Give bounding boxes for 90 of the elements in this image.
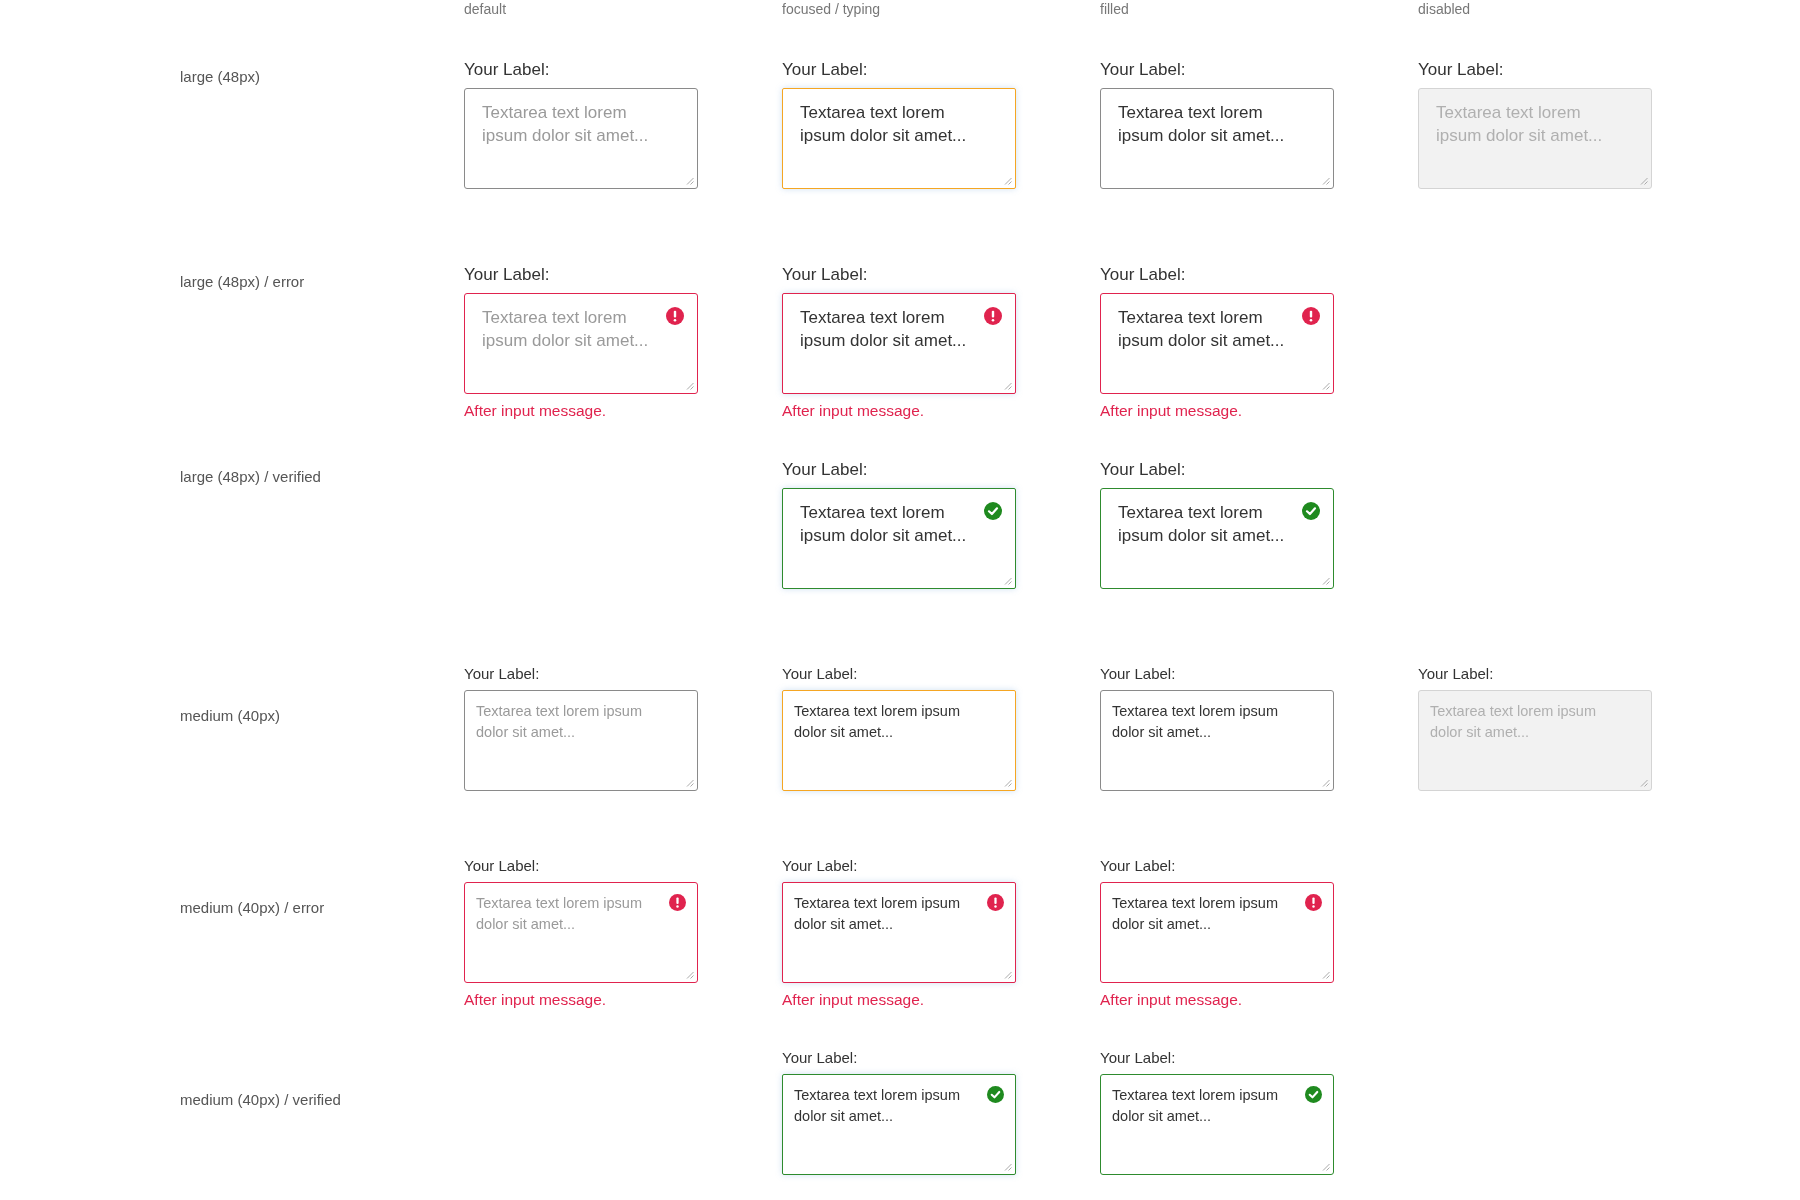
- resize-grip-icon[interactable]: [1322, 1163, 1330, 1171]
- textarea-text: Textarea text lorem ipsum dolor sit amet...: [1112, 703, 1278, 740]
- field-label: Your Label:: [464, 265, 550, 285]
- textarea-field[interactable]: Textarea text lorem ipsum dolor sit amet...: [782, 488, 1016, 589]
- error-message: After input message.: [782, 402, 925, 420]
- textarea-text: Textarea text lorem ipsum dolor sit amet...: [1112, 895, 1278, 932]
- resize-grip-icon[interactable]: [686, 177, 694, 185]
- textarea-field[interactable]: Textarea text lorem ipsum dolor sit amet...: [782, 88, 1016, 189]
- textarea-text: Textarea text lorem ipsum dolor sit amet...: [1118, 103, 1285, 145]
- textarea-field[interactable]: Textarea text lorem ipsum dolor sit amet...: [782, 1074, 1016, 1175]
- error-icon: [669, 894, 686, 911]
- field-label: Your Label:: [1100, 265, 1186, 285]
- error-icon: [987, 894, 1004, 911]
- resize-grip-icon[interactable]: [1322, 577, 1330, 585]
- textarea-text: Textarea text lorem ipsum dolor sit amet...: [800, 503, 967, 545]
- textarea-text: Textarea text lorem ipsum dolor sit amet...: [794, 703, 960, 740]
- field-label: Your Label:: [464, 857, 540, 874]
- error-message: After input message.: [1100, 991, 1243, 1009]
- field-label: Your Label:: [782, 1049, 858, 1066]
- row-label: large (48px): [180, 68, 261, 85]
- field-label: Your Label:: [782, 857, 858, 874]
- field-label: Your Label:: [464, 60, 550, 80]
- textarea-text: Textarea text lorem ipsum dolor sit amet...: [800, 103, 967, 145]
- resize-grip-icon[interactable]: [686, 971, 694, 979]
- field-label: Your Label:: [1418, 60, 1504, 80]
- column-header: focused / typing: [782, 1, 881, 17]
- textarea-text: Textarea text lorem ipsum dolor sit amet...: [1118, 308, 1285, 350]
- placeholder-text: Textarea text lorem ipsum dolor sit amet...: [476, 703, 642, 740]
- error-icon: [1302, 307, 1320, 325]
- error-message: After input message.: [1100, 402, 1243, 420]
- textarea-field[interactable]: Textarea text lorem ipsum dolor sit amet...: [1100, 88, 1334, 189]
- textarea-field[interactable]: Textarea text lorem ipsum dolor sit amet...: [1100, 1074, 1334, 1175]
- placeholder-text: Textarea text lorem ipsum dolor sit amet...: [1430, 703, 1596, 740]
- error-message: After input message.: [464, 402, 607, 420]
- textarea-field[interactable]: Textarea text lorem ipsum dolor sit amet...: [782, 293, 1016, 394]
- field-label: Your Label:: [464, 665, 540, 682]
- placeholder-text: Textarea text lorem ipsum dolor sit amet...: [482, 308, 649, 350]
- resize-grip-icon[interactable]: [1004, 1163, 1012, 1171]
- textarea-text: Textarea text lorem ipsum dolor sit amet...: [794, 1087, 960, 1124]
- column-header: disabled: [1418, 1, 1471, 17]
- check-icon: [987, 1086, 1004, 1103]
- column-header: default: [464, 1, 507, 17]
- resize-grip-icon[interactable]: [1322, 779, 1330, 787]
- textarea-field[interactable]: Textarea text lorem ipsum dolor sit amet...: [782, 882, 1016, 983]
- resize-grip-icon[interactable]: [1322, 382, 1330, 390]
- error-message: After input message.: [782, 991, 925, 1009]
- textarea-text: Textarea text lorem ipsum dolor sit amet...: [1112, 1087, 1278, 1124]
- textarea-field[interactable]: Textarea text lorem ipsum dolor sit amet...: [1100, 882, 1334, 983]
- error-icon: [666, 307, 684, 325]
- resize-grip-icon[interactable]: [1004, 779, 1012, 787]
- row-label: large (48px) / verified: [180, 468, 321, 485]
- field-label: Your Label:: [782, 60, 868, 80]
- textarea-text: Textarea text lorem ipsum dolor sit amet...: [1118, 503, 1285, 545]
- field-label: Your Label:: [1100, 1049, 1176, 1066]
- field-label: Your Label:: [1418, 665, 1494, 682]
- row-label: medium (40px) / error: [180, 899, 325, 916]
- row-label: large (48px) / error: [180, 273, 305, 290]
- field-label: Your Label:: [782, 665, 858, 682]
- row-label: medium (40px) / verified: [180, 1091, 341, 1108]
- resize-grip-icon[interactable]: [1004, 577, 1012, 585]
- resize-grip-icon[interactable]: [1322, 971, 1330, 979]
- check-icon: [1302, 502, 1320, 520]
- textarea-field[interactable]: Textarea text lorem ipsum dolor sit amet...: [782, 690, 1016, 791]
- field-label: Your Label:: [1100, 857, 1176, 874]
- textarea-text: Textarea text lorem ipsum dolor sit amet...: [794, 895, 960, 932]
- textarea-text: Textarea text lorem ipsum dolor sit amet...: [800, 308, 967, 350]
- field-label: Your Label:: [782, 265, 868, 285]
- error-message: After input message.: [464, 991, 607, 1009]
- placeholder-text: Textarea text lorem ipsum dolor sit amet...: [1436, 103, 1603, 145]
- resize-grip-icon[interactable]: [686, 382, 694, 390]
- resize-grip-icon[interactable]: [686, 779, 694, 787]
- field-label: Your Label:: [782, 460, 868, 480]
- check-icon: [1305, 1086, 1322, 1103]
- row-label: medium (40px): [180, 707, 281, 724]
- field-label: Your Label:: [1100, 60, 1186, 80]
- resize-grip-icon[interactable]: [1322, 177, 1330, 185]
- resize-grip-icon[interactable]: [1004, 382, 1012, 390]
- field-label: Your Label:: [1100, 665, 1176, 682]
- textarea-field[interactable]: Textarea text lorem ipsum dolor sit amet...: [1100, 293, 1334, 394]
- textarea-field[interactable]: Textarea text lorem ipsum dolor sit amet...: [1100, 690, 1334, 791]
- resize-grip-icon[interactable]: [1004, 177, 1012, 185]
- check-icon: [984, 502, 1002, 520]
- column-header: filled: [1100, 1, 1129, 17]
- placeholder-text: Textarea text lorem ipsum dolor sit amet...: [476, 895, 642, 932]
- placeholder-text: Textarea text lorem ipsum dolor sit amet...: [482, 103, 649, 145]
- textarea-field[interactable]: Textarea text lorem ipsum dolor sit amet...: [1100, 488, 1334, 589]
- resize-grip-icon[interactable]: [1004, 971, 1012, 979]
- error-icon: [1305, 894, 1322, 911]
- field-label: Your Label:: [1100, 460, 1186, 480]
- error-icon: [984, 307, 1002, 325]
